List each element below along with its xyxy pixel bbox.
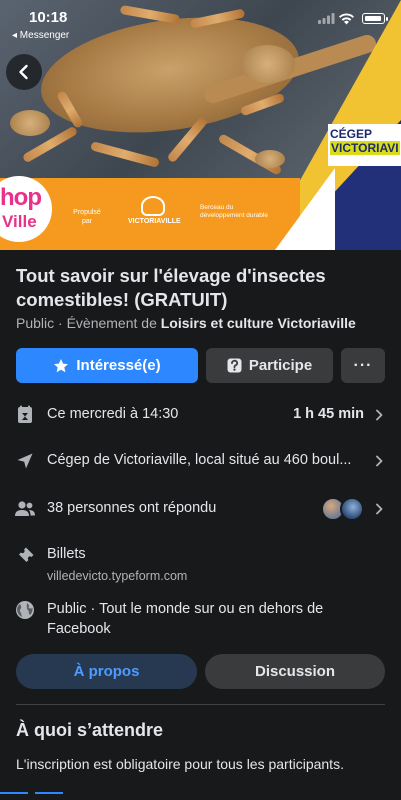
back-to-messenger-link[interactable]: ◂ Messenger	[12, 30, 69, 41]
status-bar: 10:18 ◂ Messenger	[0, 0, 401, 44]
calendar-clock-icon	[14, 404, 36, 426]
tickets-label: Billets	[47, 546, 86, 562]
divider	[16, 704, 385, 705]
check-box-icon	[227, 358, 242, 373]
globe-icon	[14, 599, 36, 621]
chevron-right-icon	[376, 503, 383, 515]
cegep-logo: CÉGEP VICTORIAVI	[328, 124, 401, 166]
tab-discussion[interactable]: Discussion	[205, 654, 385, 689]
privacy-text-line1: Public · Tout le monde sur ou en dehors …	[47, 601, 324, 617]
privacy-text-line2: Facebook	[47, 621, 111, 637]
about-heading: À quoi s’attendre	[16, 720, 164, 740]
tickets-row[interactable]: Billets villedevicto.typeform.com	[0, 545, 401, 585]
victoriaville-logo: VICTORIAVILLE	[128, 196, 181, 225]
chevron-right-icon	[376, 409, 383, 421]
more-options-button[interactable]: ···	[341, 348, 385, 383]
people-icon	[14, 498, 36, 520]
event-date: Ce mercredi à 14:30	[47, 406, 179, 422]
location-arrow-icon	[14, 450, 36, 472]
berceau-tagline: Berceau du développement durable	[200, 204, 268, 219]
event-host-line: Public · Évènement de Loisirs et culture…	[16, 315, 356, 331]
event-location-row[interactable]: Cégep de Victoriaville, local situé au 4…	[0, 450, 401, 472]
about-text: L'inscription est obligatoire pour tous …	[16, 756, 344, 772]
sponsor-label: Propulsé par	[73, 209, 101, 225]
going-button[interactable]: Participe	[206, 348, 333, 383]
arrow-left-icon	[19, 64, 28, 80]
avatar	[340, 497, 364, 521]
wifi-icon	[339, 13, 354, 25]
event-title: Tout savoir sur l'élevage d'insectes com…	[16, 265, 326, 310]
star-icon	[54, 358, 69, 372]
chevron-right-icon	[376, 455, 383, 467]
organizer-link[interactable]: Loisirs et culture Victoriaville	[161, 315, 356, 331]
back-button[interactable]	[6, 54, 42, 90]
tab-about[interactable]: À propos	[16, 654, 197, 689]
battery-icon	[362, 13, 388, 24]
event-date-row[interactable]: Ce mercredi à 14:30 1 h 45 min	[0, 404, 401, 426]
responder-avatars[interactable]	[321, 497, 367, 521]
event-duration: 1 h 45 min	[293, 406, 364, 422]
status-time: 10:18	[29, 9, 68, 26]
tickets-url[interactable]: villedevicto.typeform.com	[47, 569, 187, 583]
scroll-indicator	[0, 792, 401, 800]
event-location: Cégep de Victoriaville, local situé au 4…	[47, 452, 352, 468]
responses-count: 38 personnes ont répondu	[47, 500, 217, 516]
cellular-signal-icon	[318, 13, 335, 24]
interested-button[interactable]: Intéressé(e)	[16, 348, 198, 383]
privacy-row: Public · Tout le monde sur ou en dehors …	[0, 599, 401, 639]
more-dots-icon: ···	[353, 356, 373, 374]
ticket-icon	[14, 545, 36, 567]
